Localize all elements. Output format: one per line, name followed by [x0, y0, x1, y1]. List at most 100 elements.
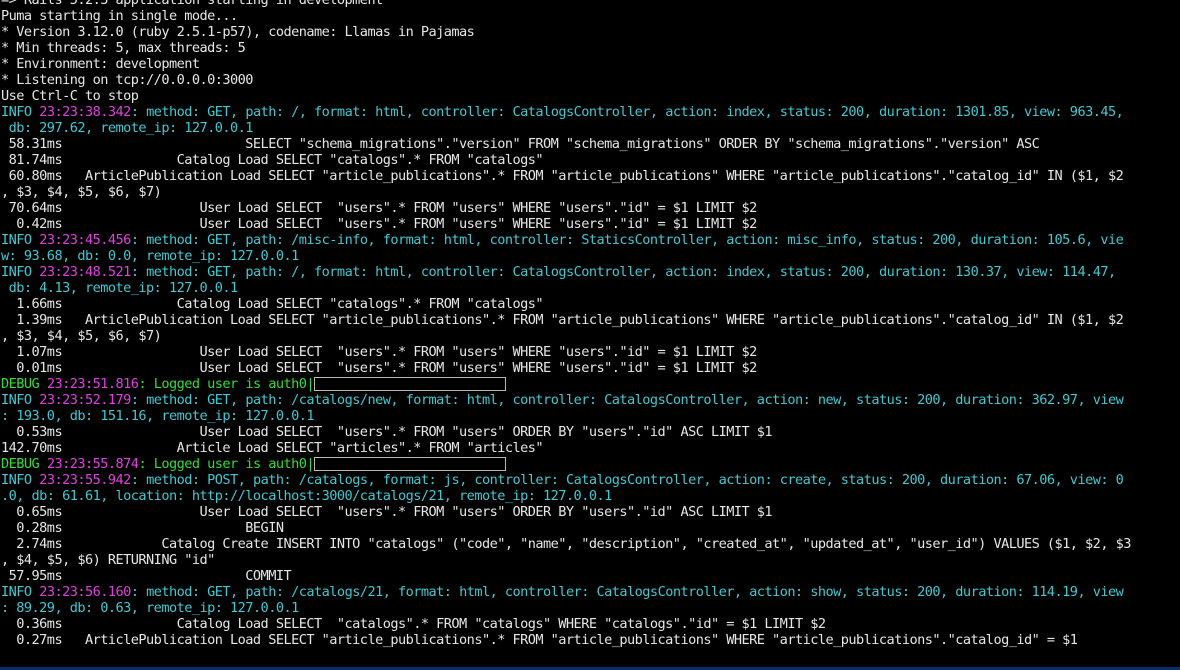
- startup-line: * Environment: development: [1, 56, 200, 72]
- sql-line: 58.31ms SELECT "schema_migrations"."vers…: [1, 136, 1040, 152]
- log-level: INFO: [1, 472, 32, 488]
- sql-line: , $3, $4, $5, $6, $7): [1, 184, 162, 200]
- terminal-line: 81.74ms Catalog Load SELECT "catalogs".*…: [1, 152, 1179, 168]
- sql-line: 70.64ms User Load SELECT "users".* FROM …: [1, 200, 758, 216]
- log-level: INFO: [1, 104, 32, 120]
- terminal-line: 0.28ms BEGIN: [1, 520, 1179, 536]
- terminal-line: db: 4.13, remote_ip: 127.0.0.1: [1, 280, 1179, 296]
- log-timestamp: 23:23:45.456: [39, 232, 131, 248]
- terminal-line: w: 93.68, db: 0.0, remote_ip: 127.0.0.1: [1, 248, 1179, 264]
- terminal-line: 0.42ms User Load SELECT "users".* FROM "…: [1, 216, 1179, 232]
- log-message: : method: GET, path: /, format: html, co…: [130, 104, 1124, 120]
- log-level: DEBUG: [1, 456, 40, 472]
- log-timestamp: 23:23:56.160: [39, 584, 131, 600]
- terminal-line: : 89.29, db: 0.63, remote_ip: 127.0.0.1: [1, 600, 1179, 616]
- log-timestamp: 23:23:55.942: [39, 472, 131, 488]
- log-message: : Logged user is auth0|: [138, 456, 315, 472]
- sql-line: 57.95ms COMMIT: [1, 568, 292, 584]
- terminal-line: 70.64ms User Load SELECT "users".* FROM …: [1, 200, 1179, 216]
- terminal-line: 57.95ms COMMIT: [1, 568, 1179, 584]
- terminal-output: => Rails 5.2.3 application starting in d…: [1, 0, 1179, 648]
- log-message: : method: POST, path: /catalogs, format:…: [130, 472, 1124, 488]
- terminal-line: * Listening on tcp://0.0.0.0:3000: [1, 72, 1179, 88]
- log-message: : method: GET, path: /misc-info, format:…: [130, 232, 1124, 248]
- sql-line: 0.27ms ArticlePublication Load SELECT "a…: [1, 632, 1078, 648]
- startup-line: * Version 3.12.0 (ruby 2.5.1-p57), coden…: [1, 24, 475, 40]
- sql-line: 0.53ms User Load SELECT "users".* FROM "…: [1, 424, 773, 440]
- terminal-line: 2.74ms Catalog Create INSERT INTO "catal…: [1, 536, 1179, 552]
- terminal-line: 0.27ms ArticlePublication Load SELECT "a…: [1, 632, 1179, 648]
- terminal-line: INFO 23:23:45.456: method: GET, path: /m…: [1, 232, 1179, 248]
- log-message: : method: GET, path: /, format: html, co…: [130, 264, 1116, 280]
- terminal-line: 1.07ms User Load SELECT "users".* FROM "…: [1, 344, 1179, 360]
- terminal-line: DEBUG 23:23:55.874: Logged user is auth0…: [1, 456, 1179, 472]
- terminal-line: , $3, $4, $5, $6, $7): [1, 184, 1179, 200]
- terminal-line: : 193.0, db: 151.16, remote_ip: 127.0.0.…: [1, 408, 1179, 424]
- terminal-line: => Rails 5.2.3 application starting in d…: [1, 0, 1179, 8]
- log-continuation: w: 93.68, db: 0.0, remote_ip: 127.0.0.1: [1, 248, 299, 264]
- sql-line: , $3, $4, $5, $6, $7): [1, 328, 162, 344]
- terminal-line: 0.53ms User Load SELECT "users".* FROM "…: [1, 424, 1179, 440]
- log-level: INFO: [1, 584, 32, 600]
- sql-line: 1.66ms Catalog Load SELECT "catalogs".* …: [1, 296, 544, 312]
- sql-line: 0.65ms User Load SELECT "users".* FROM "…: [1, 504, 773, 520]
- terminal-line: INFO 23:23:56.160: method: GET, path: /c…: [1, 584, 1179, 600]
- sql-line: 60.80ms ArticlePublication Load SELECT "…: [1, 168, 1124, 184]
- startup-line: Use Ctrl-C to stop: [1, 88, 139, 104]
- log-level: INFO: [1, 264, 32, 280]
- startup-line: Puma starting in single mode...: [1, 8, 238, 24]
- terminal-line: DEBUG 23:23:51.816: Logged user is auth0…: [1, 376, 1179, 392]
- terminal-line: * Min threads: 5, max threads: 5: [1, 40, 1179, 56]
- terminal-line: * Version 3.12.0 (ruby 2.5.1-p57), coden…: [1, 24, 1179, 40]
- terminal-line: db: 297.62, remote_ip: 127.0.0.1: [1, 120, 1179, 136]
- log-message: : method: GET, path: /catalogs/21, forma…: [130, 584, 1124, 600]
- terminal-line: , $3, $4, $5, $6, $7): [1, 328, 1179, 344]
- startup-line: => Rails 5.2.3 application starting in d…: [1, 0, 383, 8]
- terminal-line: 1.66ms Catalog Load SELECT "catalogs".* …: [1, 296, 1179, 312]
- terminal-line: , $4, $5, $6) RETURNING "id": [1, 552, 1179, 568]
- terminal-line: .0, db: 61.61, location: http://localhos…: [1, 488, 1179, 504]
- log-level: DEBUG: [1, 376, 40, 392]
- terminal-line: * Environment: development: [1, 56, 1179, 72]
- terminal-line: INFO 23:23:52.179: method: GET, path: /c…: [1, 392, 1179, 408]
- terminal-line: Puma starting in single mode...: [1, 8, 1179, 24]
- log-timestamp: 23:23:52.179: [39, 392, 131, 408]
- log-message: : Logged user is auth0|: [138, 376, 315, 392]
- terminal-line: INFO 23:23:55.942: method: POST, path: /…: [1, 472, 1179, 488]
- log-continuation: db: 4.13, remote_ip: 127.0.0.1: [1, 280, 239, 296]
- startup-line: * Min threads: 5, max threads: 5: [1, 40, 246, 56]
- log-message: : method: GET, path: /catalogs/new, form…: [130, 392, 1124, 408]
- log-continuation: : 89.29, db: 0.63, remote_ip: 127.0.0.1: [1, 600, 299, 616]
- log-level: INFO: [1, 392, 32, 408]
- log-timestamp: 23:23:55.874: [46, 456, 139, 472]
- sql-line: 2.74ms Catalog Create INSERT INTO "catal…: [1, 536, 1131, 552]
- sql-line: 0.42ms User Load SELECT "users".* FROM "…: [1, 216, 757, 232]
- sql-line: 0.01ms User Load SELECT "users".* FROM "…: [1, 360, 757, 376]
- terminal-window[interactable]: => Rails 5.2.3 application starting in d…: [0, 0, 1180, 670]
- terminal-line: Use Ctrl-C to stop: [1, 88, 1179, 104]
- terminal-line: 1.39ms ArticlePublication Load SELECT "a…: [1, 312, 1179, 328]
- sql-line: 0.28ms BEGIN: [1, 520, 284, 536]
- terminal-line: 60.80ms ArticlePublication Load SELECT "…: [1, 168, 1179, 184]
- log-continuation: : 193.0, db: 151.16, remote_ip: 127.0.0.…: [1, 408, 315, 424]
- terminal-line: 58.31ms SELECT "schema_migrations"."vers…: [1, 136, 1179, 152]
- log-continuation: db: 297.62, remote_ip: 127.0.0.1: [1, 120, 254, 136]
- terminal-line: 0.36ms Catalog Load SELECT "catalogs".* …: [1, 616, 1179, 632]
- log-timestamp: 23:23:38.342: [39, 104, 131, 120]
- terminal-line: 142.70ms Article Load SELECT "articles".…: [1, 440, 1179, 456]
- terminal-line: 0.65ms User Load SELECT "users".* FROM "…: [1, 504, 1179, 520]
- terminal-line: INFO 23:23:48.521: method: GET, path: /,…: [1, 264, 1179, 280]
- log-level: INFO: [1, 232, 32, 248]
- terminal-line: 0.01ms User Load SELECT "users".* FROM "…: [1, 360, 1179, 376]
- terminal-line: INFO 23:23:38.342: method: GET, path: /,…: [1, 104, 1179, 120]
- sql-line: 0.36ms Catalog Load SELECT "catalogs".* …: [1, 616, 826, 632]
- sql-line: 1.39ms ArticlePublication Load SELECT "a…: [1, 312, 1124, 328]
- startup-line: * Listening on tcp://0.0.0.0:3000: [1, 72, 253, 88]
- sql-line: 1.07ms User Load SELECT "users".* FROM "…: [1, 344, 757, 360]
- log-timestamp: 23:23:51.816: [46, 376, 139, 392]
- redacted-user-id: [314, 377, 507, 391]
- sql-line: 142.70ms Article Load SELECT "articles".…: [1, 440, 544, 456]
- sql-line: , $4, $5, $6) RETURNING "id": [1, 552, 215, 568]
- log-continuation: .0, db: 61.61, location: http://localhos…: [1, 488, 612, 504]
- sql-line: 81.74ms Catalog Load SELECT "catalogs".*…: [1, 152, 544, 168]
